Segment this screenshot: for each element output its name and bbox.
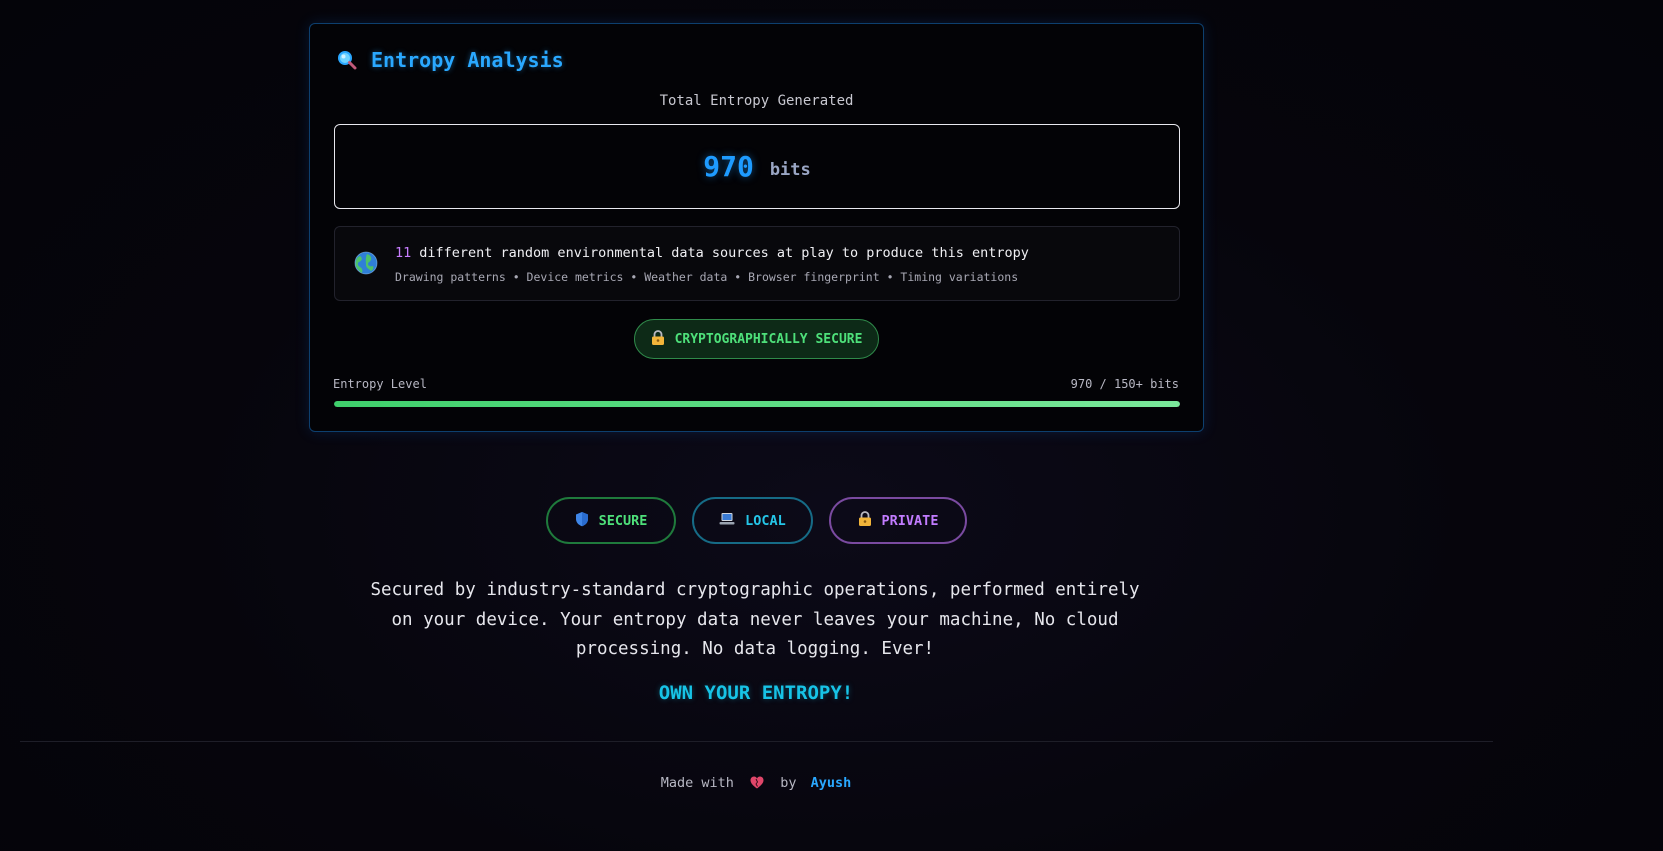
- own-your-entropy-heading: OWN YOUR ENTROPY!: [658, 682, 854, 704]
- secure-pill-label: SECURE: [598, 512, 648, 529]
- card-title: Entropy Analysis: [371, 48, 564, 72]
- page: Entropy Analysis Total Entropy Generated…: [0, 0, 1663, 851]
- entropy-level-label: Entropy Level: [333, 377, 427, 391]
- author-link[interactable]: Ayush: [811, 775, 852, 791]
- entropy-level-value: 970 / 150+ bits: [1070, 377, 1179, 391]
- total-entropy-box: 970 bits: [334, 124, 1180, 209]
- sources-summary: 11 different random environmental data so…: [395, 245, 1029, 261]
- total-entropy-value: 970: [703, 150, 754, 183]
- total-entropy-unit: bits: [769, 159, 811, 180]
- lock-icon: [651, 329, 665, 349]
- total-entropy-label: Total Entropy Generated: [659, 93, 854, 109]
- globe-icon: [354, 251, 378, 275]
- sources-text: different random environmental data sour…: [419, 245, 1029, 261]
- lock-icon: [858, 511, 872, 530]
- private-pill-label: PRIVATE: [881, 512, 939, 529]
- laptop-icon: [719, 512, 735, 530]
- local-pill-label: LOCAL: [745, 512, 786, 529]
- private-pill[interactable]: PRIVATE: [829, 497, 967, 544]
- entropy-level-bar: [334, 401, 1180, 407]
- footer-by: by: [780, 775, 797, 791]
- footer-divider: [20, 741, 1493, 742]
- entropy-analysis-card: Entropy Analysis Total Entropy Generated…: [309, 23, 1204, 432]
- sources-box: 11 different random environmental data so…: [334, 226, 1180, 301]
- local-pill[interactable]: LOCAL: [692, 497, 813, 544]
- secure-pill[interactable]: SECURE: [546, 497, 676, 544]
- heart-icon: [750, 776, 764, 793]
- sources-list: Drawing patterns • Device metrics • Weat…: [395, 270, 1019, 284]
- badge-label: CRYPTOGRAPHICALLY SECURE: [674, 331, 863, 347]
- cryptographically-secure-badge: CRYPTOGRAPHICALLY SECURE: [634, 319, 879, 359]
- shield-icon: [575, 511, 589, 531]
- security-tagline: Secured by industry-standard cryptograph…: [370, 580, 1140, 659]
- magnifying-glass-icon: [337, 50, 357, 70]
- footer: Made with by Ayush: [0, 775, 1512, 793]
- card-header: Entropy Analysis: [337, 48, 564, 72]
- sources-count: 11: [395, 245, 412, 261]
- entropy-level-fill: [334, 401, 1180, 407]
- footer-prefix: Made with: [660, 775, 734, 791]
